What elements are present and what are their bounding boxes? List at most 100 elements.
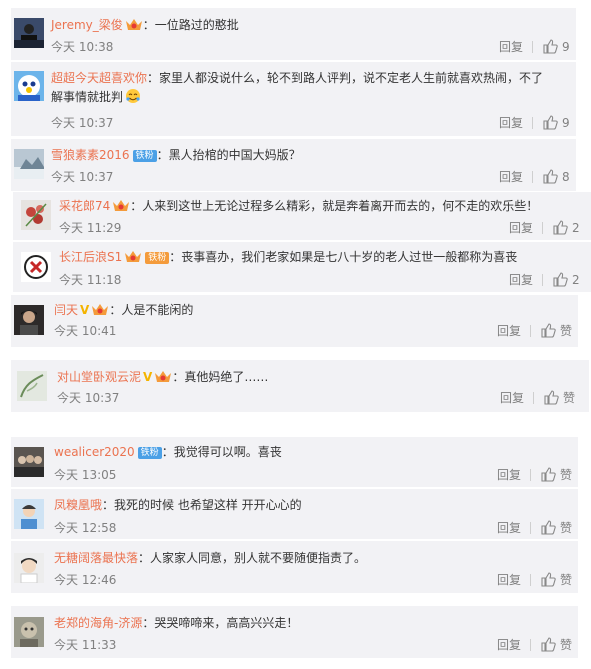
timestamp: 今天 10:41: [54, 324, 117, 338]
reply-button[interactable]: 回复: [499, 38, 523, 56]
thumbs-up-icon: [541, 323, 556, 338]
comment-card: 老郑的海角-济源：哭哭啼啼来，高高兴兴走！ 今天 11:33 回复 赞: [11, 606, 578, 658]
thumbs-up-icon: [543, 169, 558, 184]
verified-icon: V: [80, 303, 90, 317]
comment-text: 丧事喜办，我们老家如果是七八十岁的老人过世一般都称为喜丧: [181, 250, 518, 264]
divider: [530, 639, 531, 651]
reply-button[interactable]: 回复: [497, 519, 521, 537]
reply-button[interactable]: 回复: [499, 168, 523, 186]
timestamp: 今天 11:29: [59, 221, 122, 235]
username[interactable]: 超超今天超喜欢你: [51, 71, 147, 85]
reply-button[interactable]: 回复: [497, 466, 521, 484]
fan-badge: 铁粉: [132, 150, 157, 162]
timestamp: 今天 10:37: [51, 170, 114, 184]
reply-button[interactable]: 回复: [499, 114, 523, 132]
avatar[interactable]: [14, 149, 44, 179]
avatar[interactable]: [21, 252, 51, 282]
like-button[interactable]: 2: [553, 271, 580, 289]
avatar[interactable]: [14, 617, 44, 647]
fan-badge: 铁粉: [145, 252, 170, 264]
divider: [532, 41, 533, 53]
like-button[interactable]: 8: [543, 168, 570, 186]
comment-text: 我死的时候 也希望这样 开开心心的: [114, 498, 302, 512]
reply-button[interactable]: 回复: [500, 389, 524, 407]
reply-button[interactable]: 回复: [509, 219, 533, 237]
comment-text: 人是不能闲的: [121, 303, 194, 317]
verified-icon: V: [143, 370, 153, 384]
comment-card: 闫天 V ：人是不能闲的 今天 10:41 回复 赞: [11, 295, 578, 347]
thumbs-up-icon: [544, 390, 559, 405]
emoji-icon: [125, 88, 141, 104]
fan-crown-icon: [91, 302, 109, 316]
like-count: 赞: [560, 638, 573, 652]
like-button[interactable]: 赞: [541, 322, 572, 340]
like-button[interactable]: 赞: [544, 389, 575, 407]
like-count: 9: [562, 116, 570, 130]
timestamp: 今天 10:37: [57, 391, 120, 405]
username[interactable]: Jeremy_梁俊: [51, 18, 123, 32]
thumbs-up-icon: [541, 637, 556, 652]
comment-card: 超超今天超喜欢你：家里人都没说什么，轮不到路人评判，说不定老人生前就喜欢热闹，不…: [11, 62, 576, 136]
reply-button[interactable]: 回复: [497, 322, 521, 340]
like-button[interactable]: 赞: [541, 519, 572, 537]
username[interactable]: wealicer2020: [54, 445, 135, 459]
avatar[interactable]: [14, 553, 44, 583]
timestamp: 今天 11:33: [54, 638, 117, 652]
comment-card: wealicer2020 铁粉 ：我觉得可以啊。喜丧 今天 13:05 回复 赞: [11, 437, 578, 487]
avatar[interactable]: [21, 200, 51, 230]
fan-badge: 铁粉: [137, 447, 162, 459]
comment-text: 人家家人同意，别人就不要随便指责了。: [150, 551, 367, 565]
username[interactable]: 对山堂卧观云泥: [57, 370, 141, 384]
comment-text: 人来到这世上无论过程多么精彩，就是奔着离开而去的，何不走的欢乐些！: [142, 199, 539, 213]
reply-button[interactable]: 回复: [497, 571, 521, 589]
fan-crown-icon: [154, 369, 172, 383]
avatar[interactable]: [14, 499, 44, 529]
like-button[interactable]: 9: [543, 114, 570, 132]
comment-card: 对山堂卧观云泥 V ：真他妈绝了…… 今天 10:37 回复 赞: [11, 360, 589, 412]
divider: [532, 117, 533, 129]
username[interactable]: 采花郎74: [59, 199, 110, 213]
username[interactable]: 凤糗凰哦: [54, 498, 102, 512]
like-button[interactable]: 2: [553, 219, 580, 237]
comment-text: 黑人抬棺的中国大妈版？: [168, 148, 301, 162]
fan-crown-icon: [125, 17, 143, 31]
like-count: 赞: [560, 324, 573, 338]
reply-button[interactable]: 回复: [497, 636, 521, 654]
comment-text: 哭哭啼啼来，高高兴兴走！: [154, 616, 299, 630]
like-button[interactable]: 9: [543, 38, 570, 56]
comment-text: 真他妈绝了……: [184, 370, 269, 384]
like-count: 8: [562, 170, 570, 184]
username[interactable]: 长江后浪S1: [59, 250, 122, 264]
avatar[interactable]: [14, 71, 44, 101]
username[interactable]: 老郑的海角-济源: [54, 616, 142, 630]
avatar[interactable]: [17, 371, 47, 401]
comment-card: 无糖阔落最快落：人家家人同意，别人就不要随便指责了。 今天 12:46 回复 赞: [11, 541, 578, 593]
timestamp: 今天 12:58: [54, 521, 117, 535]
comment-card: 凤糗凰哦：我死的时候 也希望这样 开开心心的 今天 12:58 回复 赞: [11, 489, 578, 539]
divider: [542, 274, 543, 286]
like-count: 赞: [560, 468, 573, 482]
like-button[interactable]: 赞: [541, 571, 572, 589]
divider: [530, 574, 531, 586]
avatar[interactable]: [14, 18, 44, 48]
username[interactable]: 闫天: [54, 303, 78, 317]
comment-text: 家里人都没说什么，轮不到路人评判，说不定老人生前就喜欢热闹，不了: [159, 71, 544, 85]
like-button[interactable]: 赞: [541, 636, 572, 654]
comment-card: 采花郎74 ：人来到这世上无论过程多么精彩，就是奔着离开而去的，何不走的欢乐些！ …: [13, 192, 591, 240]
like-count: 赞: [563, 391, 576, 405]
username[interactable]: 无糖阔落最快落: [54, 551, 138, 565]
comment-text: 我觉得可以啊。喜丧: [173, 445, 282, 459]
username[interactable]: 雪狼素素2016: [51, 148, 130, 162]
timestamp: 今天 12:46: [54, 573, 117, 587]
avatar[interactable]: [14, 305, 44, 335]
comment-text: 一位路过的憨批: [154, 18, 239, 32]
thumbs-up-icon: [541, 467, 556, 482]
avatar[interactable]: [14, 447, 44, 477]
reply-button[interactable]: 回复: [509, 271, 533, 289]
divider: [530, 469, 531, 481]
thumbs-up-icon: [543, 115, 558, 130]
thumbs-up-icon: [543, 39, 558, 54]
fan-crown-icon: [124, 249, 142, 263]
thumbs-up-icon: [553, 272, 568, 287]
like-button[interactable]: 赞: [541, 466, 572, 484]
